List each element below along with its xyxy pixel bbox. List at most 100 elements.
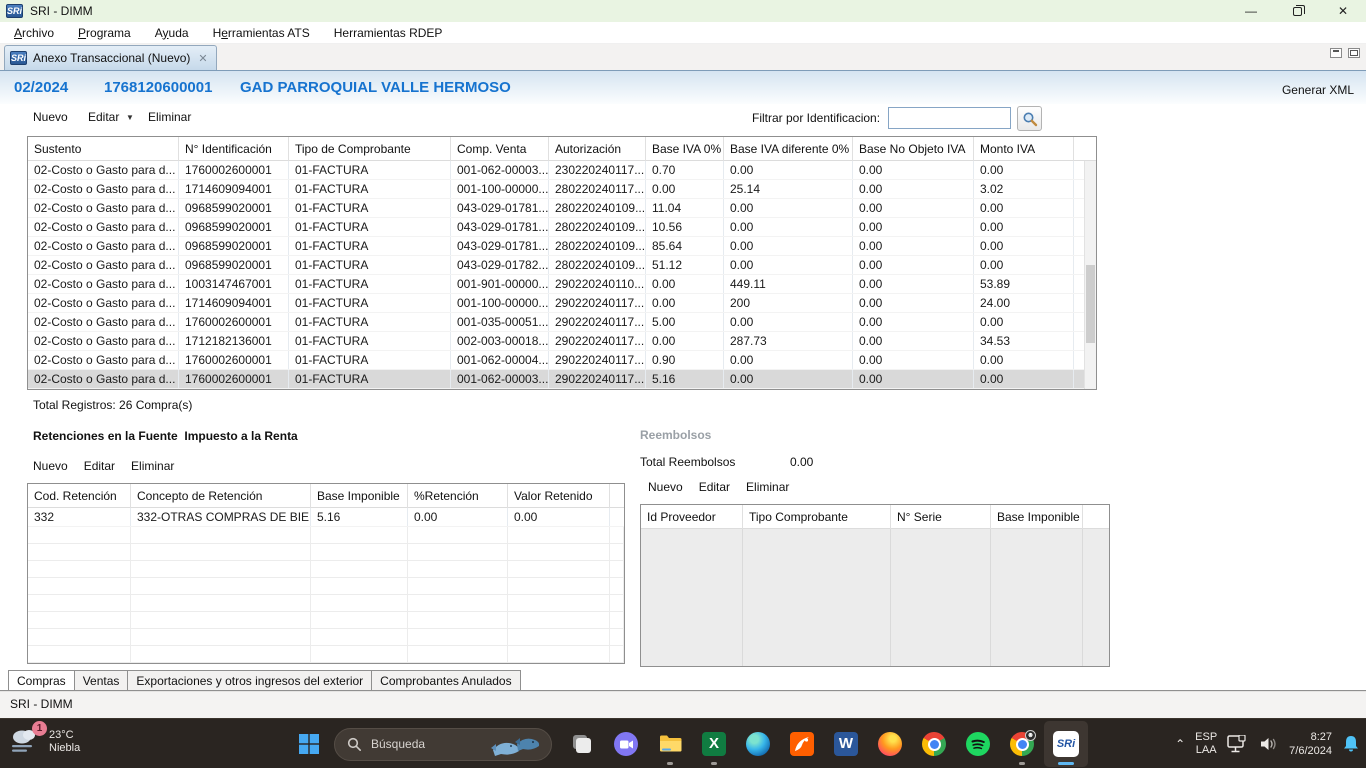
meet-app-button[interactable] [604, 721, 648, 767]
edit-dropdown-icon[interactable]: ▼ [126, 104, 134, 134]
column-header[interactable]: Concepto de Retención [131, 484, 311, 508]
table-row[interactable]: 02-Costo o Gasto para d...10031474670010… [28, 275, 1084, 294]
column-header[interactable]: Id Proveedor [641, 505, 743, 529]
view-minimize-icon[interactable] [1330, 48, 1342, 58]
foxit-pdf-button[interactable] [780, 721, 824, 767]
edge-button[interactable] [736, 721, 780, 767]
cell: 001-062-00003... [451, 370, 549, 388]
sri-dimm-button[interactable]: SRi [1044, 721, 1088, 767]
menu-ayuda[interactable]: Ayuda [143, 22, 201, 44]
excel-button[interactable]: X [692, 721, 736, 767]
filter-input[interactable] [888, 107, 1011, 129]
notification-bell-icon[interactable] [1342, 734, 1360, 754]
table-row[interactable]: 02-Costo o Gasto para d...09685990200010… [28, 199, 1084, 218]
cell: 24.00 [974, 294, 1074, 312]
purchases-edit-button[interactable]: Editar [88, 104, 119, 134]
view-maximize-icon[interactable] [1348, 48, 1360, 58]
spotify-button[interactable] [956, 721, 1000, 767]
reimbursements-edit-button[interactable]: Editar [699, 480, 730, 494]
table-row[interactable]: 332332-OTRAS COMPRAS DE BIE...5.160.000.… [28, 508, 624, 527]
volume-icon[interactable] [1259, 736, 1279, 752]
column-header[interactable]: %Retención [408, 484, 508, 508]
status-bar: SRI - DIMM [0, 691, 1366, 718]
chrome-profile-button[interactable]: ☻ [1000, 721, 1044, 767]
column-header[interactable]: Valor Retenido [508, 484, 610, 508]
cell: 001-100-00000... [451, 294, 549, 312]
word-button[interactable]: W [824, 721, 868, 767]
tray-overflow-chevron-icon[interactable]: ⌃ [1175, 737, 1185, 751]
column-header[interactable]: Base IVA diferente 0% [724, 137, 853, 161]
sri-tab-icon: SRi [10, 51, 27, 65]
language-indicator[interactable]: ESP LAA [1195, 731, 1217, 757]
table-row[interactable]: 02-Costo o Gasto para d...17600026000010… [28, 351, 1084, 370]
close-button[interactable]: ✕ [1320, 0, 1366, 22]
cell: 01-FACTURA [289, 313, 451, 331]
empty-row [28, 629, 624, 646]
file-explorer-button[interactable] [648, 721, 692, 767]
purchases-delete-button[interactable]: Eliminar [148, 104, 191, 134]
column-header[interactable]: Tipo Comprobante [743, 505, 891, 529]
retentions-new-button[interactable]: Nuevo [33, 459, 68, 473]
table-row[interactable]: 02-Costo o Gasto para d...17121821360010… [28, 332, 1084, 351]
column-header[interactable]: N° Identificación [179, 137, 289, 161]
table-row[interactable]: 02-Costo o Gasto para d...17600026000010… [28, 161, 1084, 180]
video-camera-icon [614, 732, 638, 756]
tab-close-icon[interactable]: ✕ [198, 52, 207, 65]
table-row[interactable]: 02-Costo o Gasto para d...17600026000010… [28, 370, 1084, 389]
cell: 0.00 [724, 218, 853, 236]
column-header[interactable]: Monto IVA [974, 137, 1074, 161]
vertical-scrollbar[interactable] [1084, 161, 1096, 389]
column-header[interactable]: Base No Objeto IVA [853, 137, 974, 161]
cell: 0.00 [974, 256, 1074, 274]
menu-archivo[interactable]: Archivo [2, 22, 66, 44]
bottom-tab-ventas[interactable]: Ventas [75, 670, 129, 691]
retentions-edit-button[interactable]: Editar [84, 459, 115, 473]
menu-programa[interactable]: Programa [66, 22, 143, 44]
table-row[interactable]: 02-Costo o Gasto para d...17600026000010… [28, 313, 1084, 332]
purchases-new-button[interactable]: Nuevo [33, 104, 68, 134]
reimbursements-delete-button[interactable]: Eliminar [746, 480, 789, 494]
column-header[interactable]: N° Serie [891, 505, 991, 529]
reimbursements-new-button[interactable]: Nuevo [648, 480, 683, 494]
column-header[interactable]: Comp. Venta [451, 137, 549, 161]
start-button[interactable] [290, 724, 328, 764]
table-row[interactable]: 02-Costo o Gasto para d...09685990200010… [28, 256, 1084, 275]
task-view-button[interactable] [560, 721, 604, 767]
menu-herramientas-rdep[interactable]: Herramientas RDEP [322, 22, 455, 44]
column-header[interactable]: Base Imponible [311, 484, 408, 508]
network-icon[interactable] [1227, 735, 1249, 753]
retentions-delete-button[interactable]: Eliminar [131, 459, 174, 473]
column-header[interactable]: Sustento [28, 137, 179, 161]
document-header: 02/2024 1768120600001 GAD PARROQUIAL VAL… [0, 70, 1366, 104]
column-header[interactable]: Tipo de Comprobante [289, 137, 451, 161]
cell: 02-Costo o Gasto para d... [28, 199, 179, 217]
bottom-tab-comprobantes-anulados[interactable]: Comprobantes Anulados [372, 670, 520, 691]
clock[interactable]: 8:27 7/6/2024 [1289, 730, 1332, 758]
generate-xml-button[interactable]: Generar XML [1282, 71, 1354, 105]
restore-button[interactable] [1274, 0, 1320, 22]
search-box[interactable]: Búsqueda [334, 728, 552, 761]
bottom-tab-exportaciones-y-otros-ingresos-del-exterior[interactable]: Exportaciones y otros ingresos del exter… [128, 670, 372, 691]
bottom-tab-compras[interactable]: Compras [8, 670, 75, 691]
cell: 85.64 [646, 237, 724, 255]
cell: 0.90 [646, 351, 724, 369]
table-row[interactable]: 02-Costo o Gasto para d...09685990200010… [28, 218, 1084, 237]
weather-widget[interactable]: 1 23°C Niebla [8, 725, 80, 758]
menu-herramientas-ats[interactable]: Herramientas ATS [201, 22, 322, 44]
filter-search-button[interactable] [1017, 106, 1042, 131]
table-row[interactable]: 02-Costo o Gasto para d...17146090940010… [28, 294, 1084, 313]
firefox-button[interactable] [868, 721, 912, 767]
column-header[interactable]: Base Imponible [991, 505, 1083, 529]
tab-anexo-transaccional[interactable]: SRi Anexo Transaccional (Nuevo) ✕ [4, 45, 217, 70]
scrollbar-thumb[interactable] [1086, 265, 1095, 343]
search-icon [1022, 111, 1038, 127]
column-header[interactable]: Base IVA 0% [646, 137, 724, 161]
table-row[interactable]: 02-Costo o Gasto para d...09685990200010… [28, 237, 1084, 256]
cell: 02-Costo o Gasto para d... [28, 180, 179, 198]
bottom-tabs: ComprasVentasExportaciones y otros ingre… [8, 670, 521, 692]
chrome-button[interactable] [912, 721, 956, 767]
table-row[interactable]: 02-Costo o Gasto para d...17146090940010… [28, 180, 1084, 199]
column-header[interactable]: Autorización [549, 137, 646, 161]
minimize-button[interactable]: — [1228, 0, 1274, 22]
column-header[interactable]: Cod. Retención [28, 484, 131, 508]
